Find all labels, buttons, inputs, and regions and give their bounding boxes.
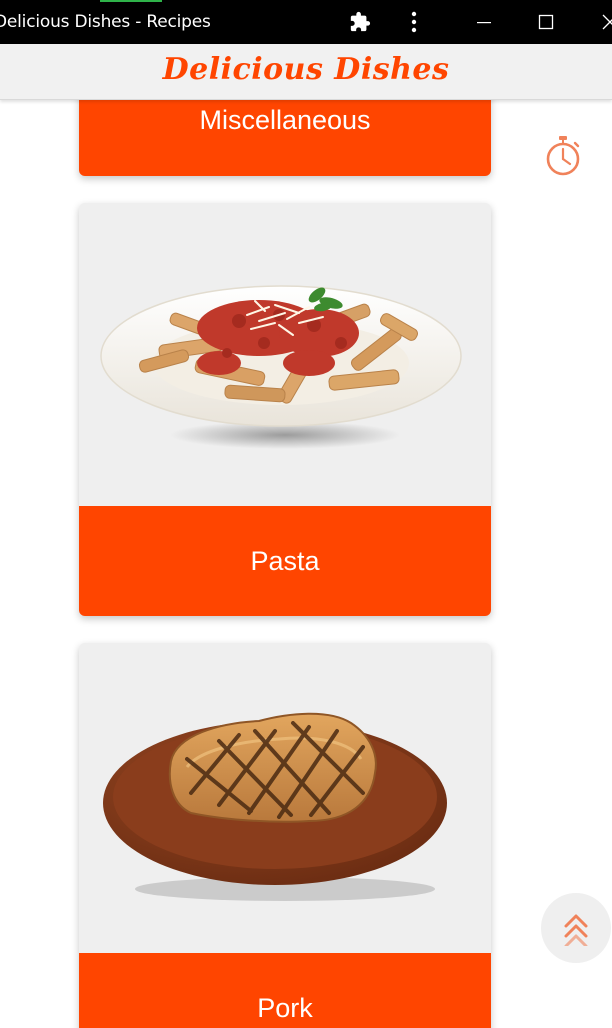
brand-title[interactable]: Delicious Dishes [0, 52, 612, 87]
category-label-bar: Miscellaneous [79, 99, 491, 176]
category-label: Pork [257, 993, 313, 1023]
category-label-bar: Pork [79, 953, 491, 1028]
grilled-pork-chop-board-image [79, 643, 491, 953]
category-card-pork[interactable]: Pork [79, 643, 491, 1028]
app-header: Delicious Dishes [0, 44, 612, 100]
category-list: Miscellaneous Pasta Pork [0, 99, 612, 1028]
stopwatch-icon[interactable] [542, 134, 584, 178]
category-card-miscellaneous[interactable]: Miscellaneous [79, 99, 491, 176]
close-icon[interactable] [596, 8, 612, 36]
double-chevron-up-icon [564, 914, 588, 946]
active-tab-indicator [100, 0, 162, 2]
window-title: Delicious Dishes - Recipes [0, 12, 211, 32]
window-titlebar: Delicious Dishes - Recipes [0, 0, 612, 44]
scroll-to-top-button[interactable] [541, 893, 611, 963]
maximize-icon[interactable] [532, 8, 560, 36]
category-label: Miscellaneous [199, 105, 371, 135]
category-label: Pasta [250, 545, 320, 576]
penne-pasta-plate-image [79, 203, 491, 506]
category-label-bar: Pasta [79, 506, 491, 616]
more-vertical-icon[interactable] [400, 8, 428, 36]
minimize-icon[interactable] [470, 8, 498, 36]
category-card-pasta[interactable]: Pasta [79, 203, 491, 616]
puzzle-icon[interactable] [346, 8, 374, 36]
